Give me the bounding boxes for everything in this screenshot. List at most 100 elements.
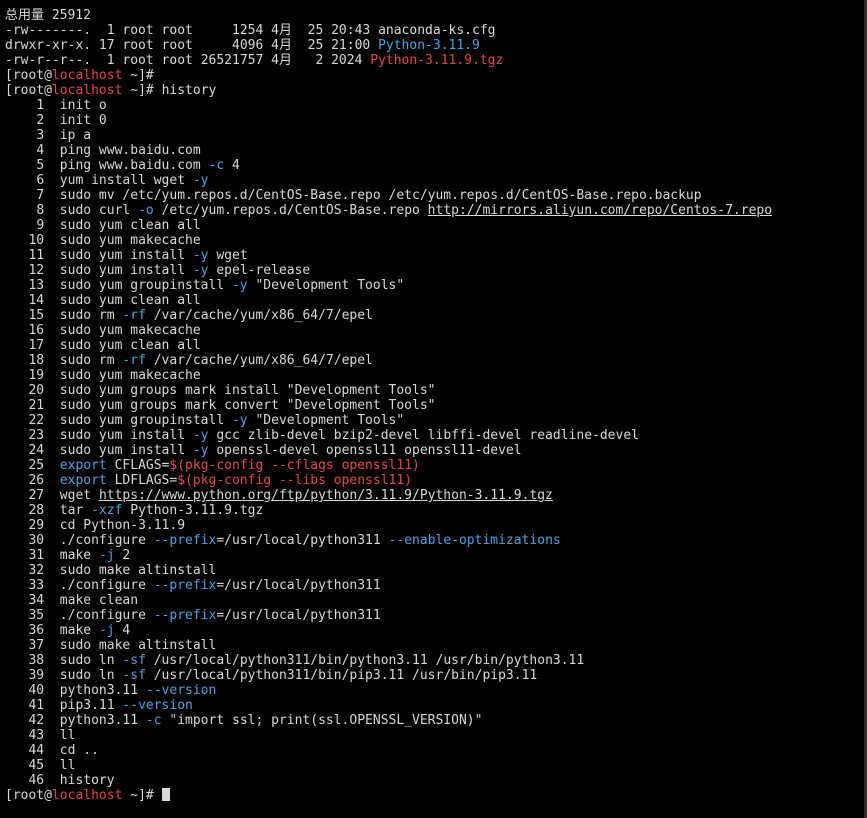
history-number: 42 [28,713,45,728]
history-number: 10 [28,233,45,248]
history-row: 21 sudo yum groups mark convert "Develop… [5,398,866,413]
history-row: 6 yum install wget -y [5,173,866,188]
history-row: 36 make -j 4 [5,623,866,638]
ls-filename: anaconda-ks.cfg [378,23,496,38]
command-text: sudo yum clean all [59,293,201,308]
history-number: 45 [28,758,45,773]
command-token-opt: --prefix [153,533,217,548]
history-number: 35 [28,608,45,623]
history-row: 13 sudo yum groupinstall -y "Development… [5,278,866,293]
history-number: 14 [28,293,45,308]
history-number: 19 [28,368,45,383]
command-text: cd Python-3.11.9 [59,518,186,533]
history-row: 10 sudo yum makecache [5,233,866,248]
command-text: sudo rm [59,308,123,323]
command-url[interactable]: https://www.python.org/ftp/python/3.11.9… [99,488,553,503]
history-row: 29 cd Python-3.11.9 [5,518,866,533]
history-row: 18 sudo rm -rf /var/cache/yum/x86_64/7/e… [5,353,866,368]
history-number: 37 [28,638,45,653]
command-token-kw: export [59,458,107,473]
prompt-line-active[interactable]: [root@localhost ~]# [5,788,866,803]
history-number: 33 [28,578,45,593]
scrollbar[interactable] [864,0,866,818]
history-row: 33 ./configure --prefix=/usr/local/pytho… [5,578,866,593]
command-token-opt: --version [145,683,217,698]
history-row: 46 history [5,773,866,788]
command-text: pip3.11 [59,698,123,713]
command-text: sudo curl [59,203,139,218]
command-text: LDFLAGS= [106,473,178,488]
history-number: 46 [28,773,45,788]
history-row: 32 sudo make altinstall [5,563,866,578]
history-row: 3 ip a [5,128,866,143]
history-row: 43 ll [5,728,866,743]
history-row: 9 sudo yum clean all [5,218,866,233]
command-token-opt: -y [192,173,209,188]
history-number: 15 [28,308,45,323]
ls-group: root [161,23,193,38]
command-text: sudo yum makecache [59,233,201,248]
history-list: 1 init o 2 init 0 3 ip a 4 ping www.baid… [5,98,866,788]
command-text: /var/cache/yum/x86_64/7/epel [145,353,373,368]
history-number: 23 [28,428,45,443]
ls-day: 25 [299,23,324,38]
command-text: tar [59,503,92,518]
ls-owner: root [122,23,154,38]
history-number: 38 [28,653,45,668]
command-text: sudo ln [59,653,123,668]
command-token-opt: -y [231,413,248,428]
command-token-opt: -c [208,158,225,173]
history-number: 1 [36,98,45,113]
command-text: sudo ln [59,668,123,683]
command-text: ll [59,758,76,773]
history-number: 2 [36,113,45,128]
command-text: CFLAGS= [106,458,170,473]
history-row: 19 sudo yum makecache [5,368,866,383]
command-text: ./configure [59,608,154,623]
command-text: =/usr/local/python311 [216,578,381,593]
ls-day: 2 [299,53,324,68]
command-text: /var/cache/yum/x86_64/7/epel [145,308,373,323]
command-text: Python-3.11.9.tgz [122,503,264,518]
command-text: sudo make altinstall [59,563,217,578]
ls-filename: Python-3.11.9.tgz [370,53,504,68]
history-number: 5 [36,158,45,173]
history-number: 22 [28,413,45,428]
ls-filename: Python-3.11.9 [378,38,480,53]
history-number: 11 [28,248,45,263]
history-number: 28 [28,503,45,518]
history-row: 4 ping www.baidu.com [5,143,866,158]
ls-month: 4月 [271,53,292,68]
command-text: /usr/local/python311/bin/pip3.11 /usr/bi… [145,668,538,683]
history-number: 3 [36,128,45,143]
history-row: 26 export LDFLAGS=$(pkg-config --libs op… [5,473,866,488]
command-text: python3.11 [59,683,146,698]
command-text: 4 [224,158,240,173]
ls-group: root [161,53,193,68]
command-token-opt: -y [192,248,209,263]
command-text: 2 [114,548,131,563]
command-url[interactable]: http://mirrors.aliyun.com/repo/Centos-7.… [428,203,772,218]
command-text: sudo rm [59,353,123,368]
command-token-opt: --prefix [153,608,217,623]
command-text: /etc/yum.repos.d/CentOS-Base.repo [153,203,428,218]
command-text: make clean [59,593,139,608]
terminal-cursor[interactable] [161,788,170,801]
command-text: sudo yum clean all [59,218,201,233]
command-text: wget [208,248,248,263]
ls-row: drwxr-xr-x. 17 root root 4096 4月 25 21:0… [5,38,866,53]
command-text: =/usr/local/python311 [216,533,389,548]
prompt-path: ~ [130,68,139,83]
command-token-opt: -rf [122,353,146,368]
prompt-host: localhost [51,83,123,98]
ls-size: 4096 [200,38,264,53]
history-row: 2 init 0 [5,113,866,128]
command-text: ping www.baidu.com [59,158,209,173]
history-row: 42 python3.11 -c "import ssl; print(ssl.… [5,713,866,728]
terminal-window[interactable]: 总用量 25912 -rw-------. 1 root root 1254 4… [0,0,867,818]
history-number: 30 [28,533,45,548]
command-text: gcc zlib-devel bzip2-devel libffi-devel … [208,428,639,443]
ls-month: 4月 [271,38,292,53]
command-token-opt: -y [192,443,209,458]
prompt-command: history [161,83,217,98]
